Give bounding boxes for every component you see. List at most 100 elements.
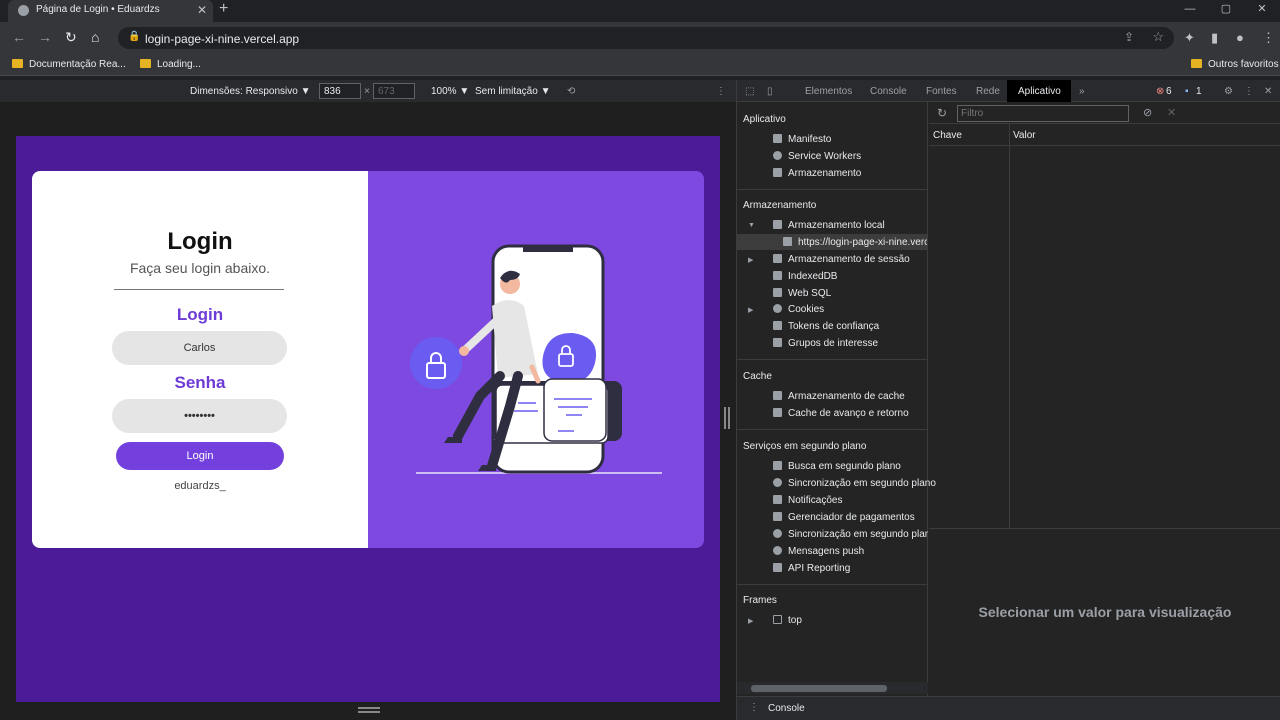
sidebar-item-cookies[interactable]: Cookies — [773, 304, 824, 315]
column-value[interactable]: Valor — [1013, 130, 1036, 141]
sidebar-item-websql[interactable]: Web SQL — [773, 288, 831, 299]
collapse-arrow-icon[interactable]: ▶ — [748, 256, 753, 264]
url-text[interactable]: login-page-xi-nine.vercel.app — [145, 32, 299, 46]
resize-handle-bottom[interactable] — [358, 707, 380, 713]
refresh-icon[interactable]: ↻ — [937, 106, 947, 120]
throttle-dropdown[interactable]: Sem limitação ▼ — [475, 86, 550, 97]
sidebar-item-frame-top[interactable]: top — [773, 615, 802, 626]
login-button[interactable]: Login — [116, 442, 284, 470]
bookmarks-bar: Documentação Rea... Loading... Outros fa… — [0, 54, 1280, 76]
drawer-menu-icon[interactable]: ⋮ — [749, 702, 759, 713]
cookie-icon — [773, 304, 782, 313]
collapse-arrow-icon[interactable]: ▶ — [748, 306, 753, 314]
close-tab-icon[interactable]: ✕ — [197, 3, 207, 17]
tab-console[interactable]: Console — [870, 86, 907, 97]
forward-icon[interactable]: → — [38, 29, 52, 45]
tab-strip: Página de Login • Eduardzs ✕ + — ▢ ✕ — [0, 0, 1280, 22]
sidebar-item-storage[interactable]: Armazenamento — [773, 168, 861, 179]
bookmark-item[interactable]: Documentação Rea... — [12, 59, 126, 70]
settings-icon[interactable]: ⚙ — [1224, 86, 1233, 97]
side-panel-icon[interactable]: ▮ — [1211, 30, 1218, 46]
star-icon[interactable]: ☆ — [1152, 29, 1164, 45]
error-icon[interactable]: ⊗ — [1156, 86, 1164, 97]
bookmark-item[interactable]: Loading... — [140, 59, 201, 70]
times-sign: × — [364, 86, 370, 97]
collapse-arrow-icon[interactable]: ▶ — [748, 617, 753, 625]
tab-sources[interactable]: Fontes — [926, 86, 957, 97]
resize-handle-right[interactable] — [724, 407, 730, 429]
extensions-icon[interactable]: ✦ — [1184, 30, 1195, 46]
zoom-dropdown[interactable]: 100% ▼ — [431, 86, 469, 97]
devtools-menu-icon[interactable]: ⋮ — [1244, 86, 1254, 97]
sidebar-item-notifications[interactable]: Notificações — [773, 495, 842, 506]
expand-arrow-icon[interactable]: ▼ — [748, 222, 755, 229]
sidebar-item-background-sync[interactable]: Sincronização em segundo plano — [773, 478, 936, 489]
width-input[interactable]: 836 — [319, 83, 361, 99]
sidebar-label: https://login-page-xi-nine.vercel.app — [798, 237, 927, 248]
sidebar-item-periodic-sync[interactable]: Sincronização em segundo plano periódica — [773, 529, 928, 540]
sidebar-item-indexeddb[interactable]: IndexedDB — [773, 271, 837, 282]
clear-all-icon[interactable]: ⊘ — [1143, 106, 1152, 119]
profile-avatar[interactable]: ● — [1236, 30, 1244, 45]
sidebar-label: Mensagens push — [788, 546, 865, 557]
password-input[interactable]: •••••••• — [112, 399, 287, 433]
other-favorites[interactable]: Outros favoritos — [1191, 59, 1279, 70]
sidebar-label: Service Workers — [788, 151, 862, 162]
sidebar-item-bfcache[interactable]: Cache de avanço e retorno — [773, 408, 909, 419]
sidebar-item-origin[interactable]: https://login-page-xi-nine.vercel.app — [783, 237, 927, 248]
login-form-panel: Login Faça seu login abaixo. Login Carlo… — [32, 171, 368, 548]
login-illustration — [410, 244, 662, 474]
section-storage: Armazenamento — [743, 200, 817, 211]
sidebar-item-session-storage[interactable]: Armazenamento de sessão — [773, 254, 910, 265]
sidebar-item-background-fetch[interactable]: Busca em segundo plano — [773, 461, 901, 472]
tab-network[interactable]: Rede — [976, 86, 1000, 97]
delete-selected-icon[interactable]: ✕ — [1167, 106, 1176, 119]
sidebar-item-reporting-api[interactable]: API Reporting — [773, 563, 850, 574]
sidebar-scrollbar[interactable] — [737, 682, 928, 694]
sidebar-item-service-workers[interactable]: Service Workers — [773, 151, 861, 162]
tab-elements[interactable]: Elementos — [805, 86, 852, 97]
maximize-icon[interactable]: ▢ — [1208, 0, 1244, 22]
scrollbar-thumb[interactable] — [751, 685, 887, 692]
device-toggle-icon[interactable]: ▯ — [767, 86, 773, 97]
sidebar-item-cache-storage[interactable]: Armazenamento de cache — [773, 391, 905, 402]
sidebar-item-interest-groups[interactable]: Grupos de interesse — [773, 338, 878, 349]
address-bar[interactable]: 🔒 login-page-xi-nine.vercel.app ⇪ ☆ — [118, 27, 1174, 49]
sidebar-item-manifest[interactable]: Manifesto — [773, 134, 831, 145]
sidebar-item-payment-handler[interactable]: Gerenciador de pagamentos — [773, 512, 915, 523]
tab-application[interactable]: Aplicativo — [1018, 86, 1061, 97]
inspect-icon[interactable]: ⬚ — [745, 86, 754, 97]
browser-tab[interactable]: Página de Login • Eduardzs ✕ — [8, 0, 213, 22]
grid-bottom-border — [929, 528, 1280, 529]
new-tab-button[interactable]: + — [219, 0, 228, 18]
filter-input[interactable] — [957, 105, 1129, 122]
database-icon — [773, 271, 782, 280]
close-window-icon[interactable]: ✕ — [1244, 0, 1280, 22]
sidebar-item-trust-tokens[interactable]: Tokens de confiança — [773, 321, 879, 332]
sidebar-item-local-storage[interactable]: Armazenamento local — [773, 220, 885, 231]
home-icon[interactable]: ⌂ — [91, 29, 99, 45]
message-count[interactable]: 1 — [1196, 86, 1202, 97]
message-icon[interactable]: ▪ — [1185, 86, 1189, 97]
login-input[interactable]: Carlos — [112, 331, 287, 365]
drawer-tab-console[interactable]: Console — [768, 703, 805, 714]
dimensions-dropdown[interactable]: Dimensões: Responsivo ▼ — [190, 86, 311, 97]
lock-icon[interactable]: 🔒 — [128, 31, 140, 42]
device-options-icon[interactable]: ⋮ — [716, 86, 726, 97]
rotate-icon[interactable]: ⟲ — [567, 86, 575, 97]
more-tabs-icon[interactable]: » — [1079, 86, 1085, 97]
back-icon[interactable]: ← — [12, 29, 26, 45]
grid-header: Chave Valor — [929, 124, 1280, 146]
error-count[interactable]: 6 — [1166, 86, 1172, 97]
sidebar-item-push-messaging[interactable]: Mensagens push — [773, 546, 864, 557]
author-link[interactable]: eduardzs_ — [32, 480, 368, 492]
minimize-icon[interactable]: — — [1172, 0, 1208, 22]
close-devtools-icon[interactable]: ✕ — [1264, 86, 1272, 97]
menu-icon[interactable]: ⋮ — [1262, 30, 1275, 46]
share-icon[interactable]: ⇪ — [1124, 30, 1134, 44]
reload-icon[interactable]: ↻ — [65, 29, 77, 46]
sidebar-label: API Reporting — [788, 563, 851, 574]
database-icon — [773, 288, 782, 297]
height-input[interactable]: 673 — [373, 83, 415, 99]
column-key[interactable]: Chave — [933, 130, 962, 141]
